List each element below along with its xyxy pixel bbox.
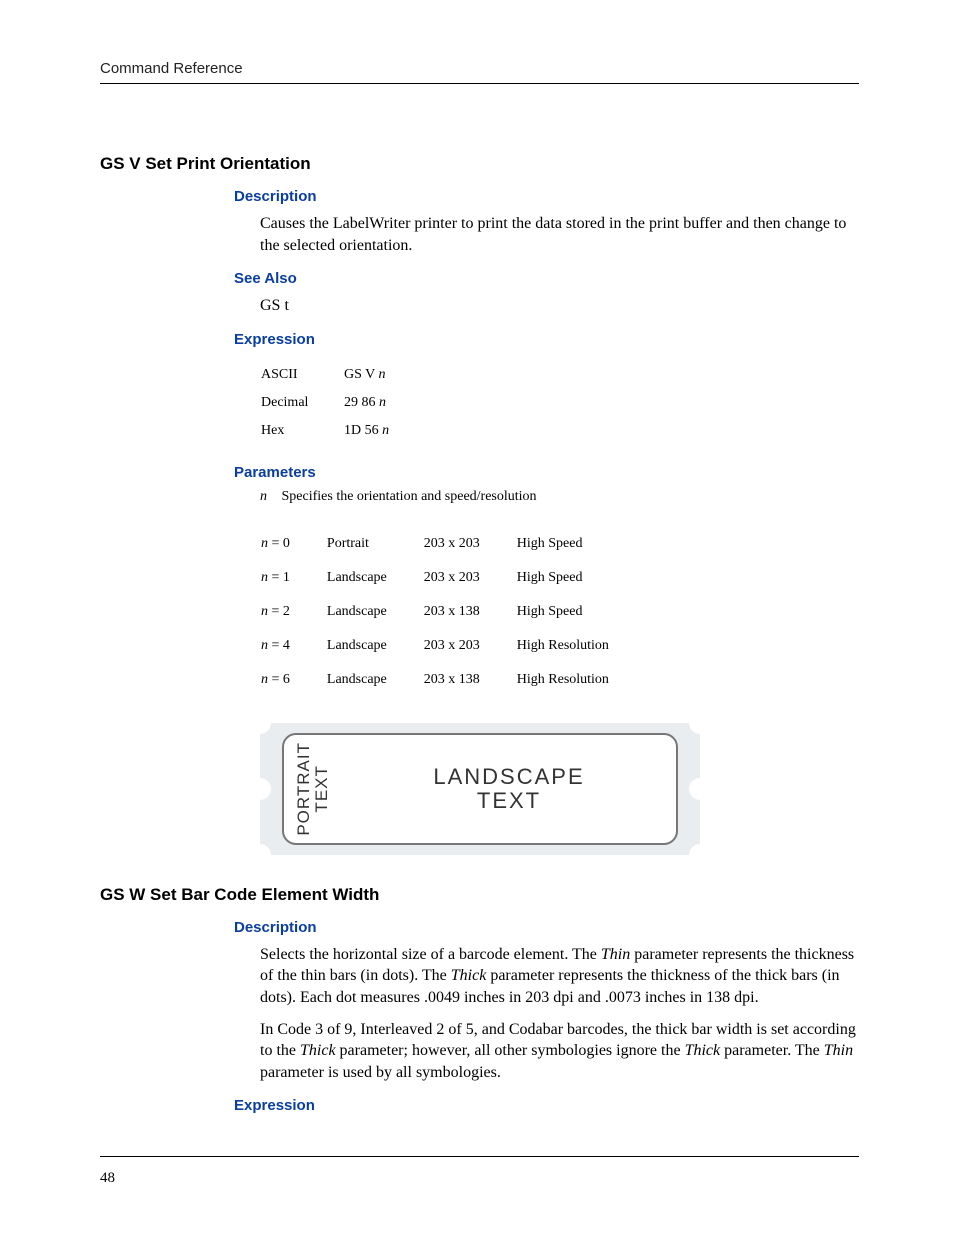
expr-value-text: 1D 56 <box>344 423 382 438</box>
orient-n-var: n <box>261 672 268 687</box>
subhead-expression: Expression <box>234 331 859 348</box>
expr-label: Decimal <box>260 394 343 412</box>
expr-value: 29 86 n <box>343 394 411 412</box>
param-n-symbol: n <box>260 489 278 505</box>
orient-n-eq: = 1 <box>268 570 290 585</box>
orient-mode: Portrait <box>326 535 423 553</box>
orient-n-var: n <box>261 604 268 619</box>
orient-n-var: n <box>261 536 268 551</box>
italic-thick: Thick <box>685 1042 721 1059</box>
label-surface: PORTRAIT TEXT LANDSCAPE TEXT <box>282 733 678 845</box>
expr-value-text: GS V <box>344 367 379 382</box>
italic-thick: Thick <box>300 1042 336 1059</box>
orient-mode: Landscape <box>326 569 423 587</box>
orient-mode: Landscape <box>326 603 423 621</box>
portrait-line2: TEXT <box>312 765 331 812</box>
expr-value-text: 29 86 <box>344 395 379 410</box>
expression-table: ASCII GS V n Decimal 29 86 n Hex 1D 56 n <box>260 356 411 450</box>
expr-n: n <box>382 423 389 438</box>
orient-n-var: n <box>261 570 268 585</box>
italic-thin: Thin <box>824 1042 853 1059</box>
orientation-figure: PORTRAIT TEXT LANDSCAPE TEXT <box>260 723 700 855</box>
label-backing: PORTRAIT TEXT LANDSCAPE TEXT <box>260 723 700 855</box>
orient-speed: High Speed <box>516 603 645 621</box>
page: Command Reference GS V Set Print Orienta… <box>0 0 954 1235</box>
orient-n: n = 2 <box>260 603 326 621</box>
notch-icon <box>689 844 711 866</box>
orient-n: n = 6 <box>260 671 326 689</box>
orient-res: 203 x 203 <box>423 637 516 655</box>
orient-n: n = 4 <box>260 637 326 655</box>
seealso-text: GS t <box>260 295 859 317</box>
italic-thick: Thick <box>451 967 487 984</box>
subhead-seealso: See Also <box>234 270 859 287</box>
expr-n: n <box>379 395 386 410</box>
orient-row: n = 6 Landscape 203 x 138 High Resolutio… <box>260 671 645 689</box>
orient-mode: Landscape <box>326 671 423 689</box>
parameter-n-row: n Specifies the orientation and speed/re… <box>260 489 859 505</box>
notch-icon <box>689 778 711 800</box>
orient-speed: High Resolution <box>516 671 645 689</box>
param-n-desc: Specifies the orientation and speed/reso… <box>282 489 537 504</box>
orient-res: 203 x 203 <box>423 569 516 587</box>
orient-res: 203 x 138 <box>423 671 516 689</box>
orient-n: n = 0 <box>260 535 326 553</box>
orient-n-eq: = 6 <box>268 672 290 687</box>
orient-row: n = 4 Landscape 203 x 203 High Resolutio… <box>260 637 645 655</box>
expr-row-ascii: ASCII GS V n <box>260 366 411 384</box>
expr-value: GS V n <box>343 366 411 384</box>
orient-n-eq: = 2 <box>268 604 290 619</box>
page-number: 48 <box>100 1170 115 1187</box>
expr-label: ASCII <box>260 366 343 384</box>
orient-mode: Landscape <box>326 637 423 655</box>
portrait-line1: PORTRAIT <box>294 742 313 836</box>
orient-speed: High Resolution <box>516 637 645 655</box>
subhead-expression-2: Expression <box>234 1097 859 1114</box>
gs-w-desc-p1: Selects the horizontal size of a barcode… <box>260 944 859 1009</box>
landscape-line2: TEXT <box>477 788 541 813</box>
text-run: parameter. The <box>720 1042 824 1059</box>
description-text: Causes the LabelWriter printer to print … <box>260 213 859 256</box>
orient-res: 203 x 203 <box>423 535 516 553</box>
expr-row-hex: Hex 1D 56 n <box>260 422 411 440</box>
section-title-gs-w: GS W Set Bar Code Element Width <box>100 885 859 905</box>
text-run: parameter; however, all other symbologie… <box>336 1042 685 1059</box>
orient-speed: High Speed <box>516 535 645 553</box>
text-run: Selects the horizontal size of a barcode… <box>260 946 601 963</box>
orient-n-eq: = 4 <box>268 638 290 653</box>
orient-row: n = 0 Portrait 203 x 203 High Speed <box>260 535 645 553</box>
landscape-line1: LANDSCAPE <box>433 764 584 789</box>
expr-value: 1D 56 n <box>343 422 411 440</box>
running-header: Command Reference <box>100 60 859 84</box>
orientation-table: n = 0 Portrait 203 x 203 High Speed n = … <box>260 519 645 705</box>
orient-res: 203 x 138 <box>423 603 516 621</box>
text-run: parameter is used by all symbologies. <box>260 1064 501 1081</box>
notch-icon <box>249 712 271 734</box>
gs-w-desc-p2: In Code 3 of 9, Interleaved 2 of 5, and … <box>260 1019 859 1084</box>
orient-n-var: n <box>261 638 268 653</box>
orient-speed: High Speed <box>516 569 645 587</box>
notch-icon <box>249 778 271 800</box>
portrait-text: PORTRAIT TEXT <box>295 742 331 836</box>
notch-icon <box>689 712 711 734</box>
orient-row: n = 2 Landscape 203 x 138 High Speed <box>260 603 645 621</box>
subhead-description: Description <box>234 188 859 205</box>
expr-row-decimal: Decimal 29 86 n <box>260 394 411 412</box>
expr-n: n <box>379 367 386 382</box>
portrait-text-box: PORTRAIT TEXT <box>284 735 342 843</box>
section-title-gs-v: GS V Set Print Orientation <box>100 154 859 174</box>
notch-icon <box>249 844 271 866</box>
expr-label: Hex <box>260 422 343 440</box>
orient-n: n = 1 <box>260 569 326 587</box>
landscape-text-box: LANDSCAPE TEXT <box>342 765 676 813</box>
orient-row: n = 1 Landscape 203 x 203 High Speed <box>260 569 645 587</box>
subhead-parameters: Parameters <box>234 464 859 481</box>
orient-n-eq: = 0 <box>268 536 290 551</box>
subhead-description-2: Description <box>234 919 859 936</box>
italic-thin: Thin <box>601 946 630 963</box>
footer-rule <box>100 1156 859 1157</box>
